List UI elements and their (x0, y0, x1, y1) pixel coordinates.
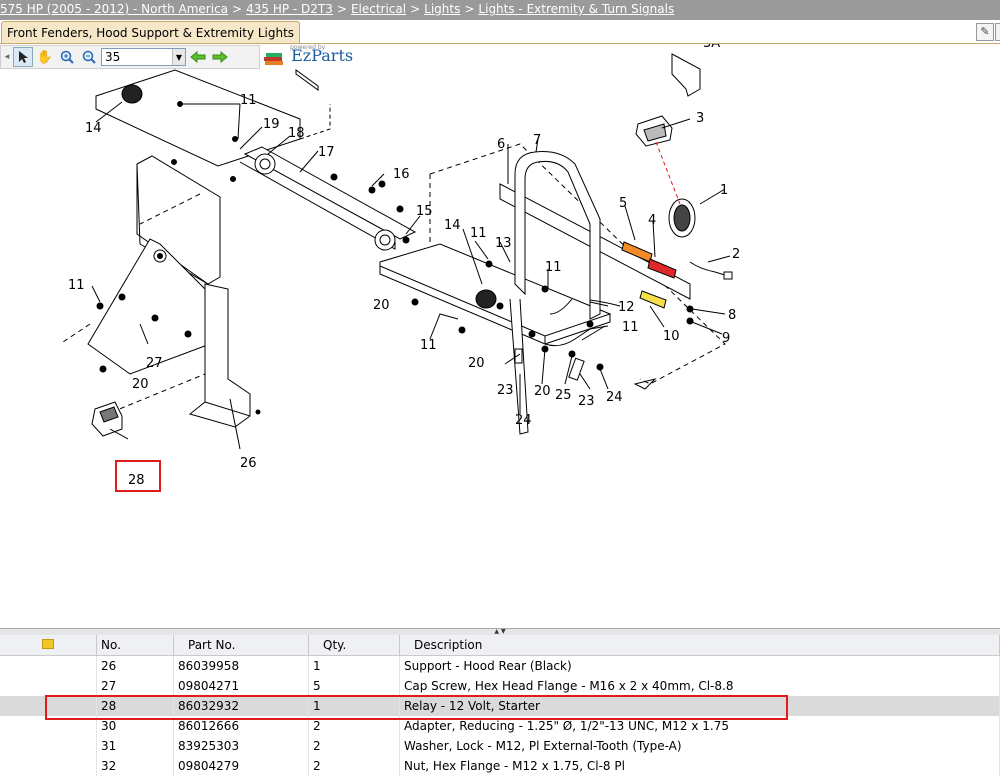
row-flag (0, 756, 97, 776)
breadcrumb-separator: > (232, 2, 243, 16)
svg-text:7: 7 (533, 133, 541, 148)
table-row[interactable]: 32 09804279 2 Nut, Hex Flange - M12 x 1.… (0, 756, 1000, 776)
svg-text:8: 8 (728, 308, 736, 323)
svg-text:24: 24 (515, 413, 532, 428)
row-qty: 5 (308, 676, 400, 696)
row-no: 32 (96, 756, 174, 776)
row-no: 27 (96, 676, 174, 696)
svg-text:25: 25 (555, 388, 572, 403)
svg-text:18: 18 (288, 126, 305, 141)
svg-text:11: 11 (470, 226, 487, 241)
row-qty: 1 (308, 655, 400, 676)
callout-28-highlight[interactable] (115, 460, 161, 492)
row-qty: 2 (308, 756, 400, 776)
table-row[interactable]: 27 09804271 5 Cap Screw, Hex Head Flange… (0, 676, 1000, 696)
svg-text:13: 13 (495, 236, 512, 251)
breadcrumb-link-electrical[interactable]: Electrical (351, 2, 406, 16)
svg-text:17: 17 (318, 145, 335, 160)
svg-text:11: 11 (68, 278, 85, 293)
breadcrumb-link-lights[interactable]: Lights (424, 2, 460, 16)
column-header-flag[interactable] (0, 635, 97, 656)
column-header-no[interactable]: No. (96, 635, 174, 656)
note-icon (42, 639, 54, 649)
panel-splitter[interactable]: ▲ ▼ (0, 628, 1000, 635)
breadcrumb-separator: > (410, 2, 421, 16)
window-edge-button[interactable] (995, 23, 1000, 41)
breadcrumb-link-extremity[interactable]: Lights - Extremity & Turn Signals (478, 2, 674, 16)
breadcrumb-link-engine[interactable]: 435 HP - D2T3 (246, 2, 333, 16)
parts-diagram[interactable]: 141119 181716 151411 13116 731 23A5 489 … (0, 44, 1000, 628)
row-no: 31 (96, 736, 174, 756)
table-row[interactable]: 31 83925303 2 Washer, Lock - M12, Pl Ext… (0, 736, 1000, 756)
svg-text:3: 3 (696, 111, 704, 126)
svg-text:16: 16 (393, 167, 410, 182)
row-flag (0, 676, 97, 696)
svg-text:23: 23 (497, 383, 514, 398)
breadcrumb-separator: > (336, 2, 347, 16)
svg-text:10: 10 (663, 329, 680, 344)
row-description: Support - Hood Rear (Black) (399, 655, 1000, 676)
svg-text:24: 24 (606, 390, 623, 405)
row-part-no: 09804279 (173, 756, 309, 776)
svg-text:27: 27 (146, 356, 163, 371)
row-description: Nut, Hex Flange - M12 x 1.75, Cl-8 Pl (399, 756, 1000, 776)
svg-text:20: 20 (534, 384, 551, 399)
row-description: Cap Screw, Hex Head Flange - M16 x 2 x 4… (399, 676, 1000, 696)
row-part-no: 09804271 (173, 676, 309, 696)
svg-text:2: 2 (732, 247, 740, 262)
breadcrumb-separator: > (464, 2, 475, 16)
svg-text:19: 19 (263, 117, 280, 132)
selected-row-highlight (45, 695, 788, 720)
svg-text:9: 9 (722, 331, 730, 346)
svg-text:20: 20 (373, 298, 390, 313)
svg-text:12: 12 (618, 300, 635, 315)
tab-diagram[interactable]: Front Fenders, Hood Support & Extremity … (1, 21, 301, 44)
svg-text:23: 23 (578, 394, 595, 409)
svg-text:26: 26 (240, 456, 257, 471)
row-part-no: 83925303 (173, 736, 309, 756)
svg-text:15: 15 (416, 204, 433, 219)
svg-text:11: 11 (622, 320, 639, 335)
breadcrumb-link-model[interactable]: 575 HP (2005 - 2012) - North America (0, 2, 228, 16)
svg-text:11: 11 (240, 93, 257, 108)
column-header-qty[interactable]: Qty. (308, 635, 400, 656)
row-flag (0, 655, 97, 676)
row-qty: 2 (308, 736, 400, 756)
svg-text:4: 4 (648, 213, 656, 228)
svg-text:20: 20 (132, 377, 149, 392)
svg-text:6: 6 (497, 137, 505, 152)
row-part-no: 86039958 (173, 655, 309, 676)
svg-text:11: 11 (420, 338, 437, 353)
column-header-part-no[interactable]: Part No. (173, 635, 309, 656)
row-description: Washer, Lock - M12, Pl External-Tooth (T… (399, 736, 1000, 756)
breadcrumb: 575 HP (2005 - 2012) - North America >435… (0, 0, 1000, 20)
svg-text:20: 20 (468, 356, 485, 371)
svg-text:5: 5 (619, 196, 627, 211)
svg-text:1: 1 (720, 183, 728, 198)
svg-text:14: 14 (444, 218, 461, 233)
svg-text:3A: 3A (703, 44, 720, 51)
svg-text:14: 14 (85, 121, 102, 136)
svg-text:11: 11 (545, 260, 562, 275)
row-no: 26 (96, 655, 174, 676)
column-header-description[interactable]: Description (399, 635, 1000, 656)
pin-icon[interactable]: ✎ (976, 23, 994, 41)
row-flag (0, 736, 97, 756)
table-row[interactable]: 26 86039958 1 Support - Hood Rear (Black… (0, 655, 1000, 676)
